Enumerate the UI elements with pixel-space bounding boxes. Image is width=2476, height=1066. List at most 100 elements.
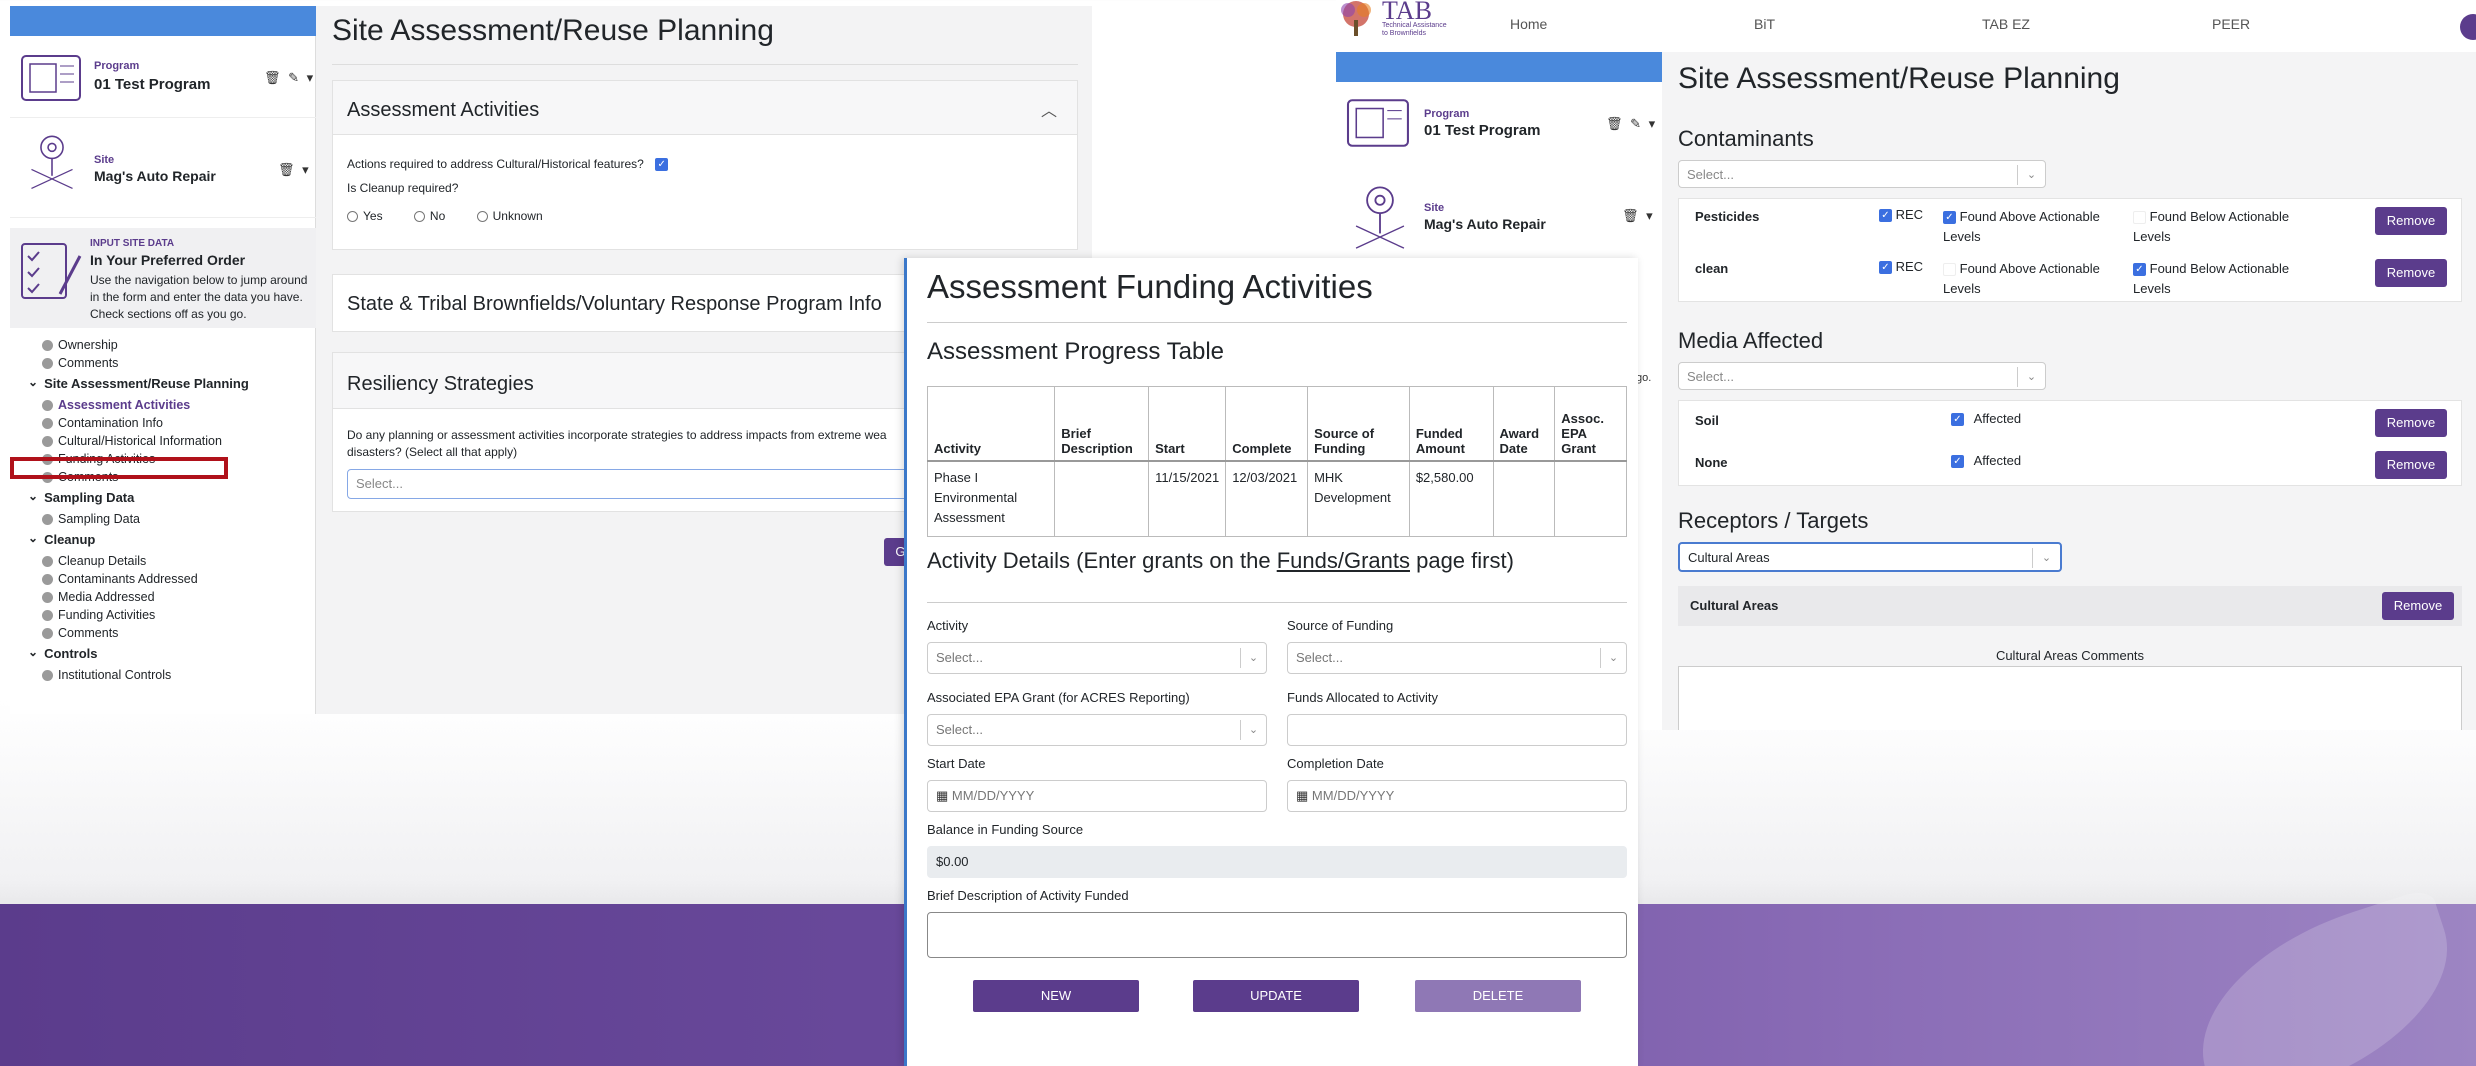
cell-description — [1054, 459, 1150, 537]
nav-section-cleanup[interactable]: Cleanup — [10, 528, 316, 552]
nav-section-site-assessment[interactable]: Site Assessment/Reuse Planning — [10, 372, 316, 396]
program-name: 01 Test Program — [94, 76, 211, 93]
nav-section-sampling[interactable]: Sampling Data — [10, 486, 316, 510]
program-actions[interactable]: 🗑 ✎ ▾ — [264, 70, 315, 86]
below-checkbox[interactable]: ✓ Found Below Actionable Levels — [2133, 259, 2313, 299]
col-brief-description: Brief Description — [1054, 386, 1150, 461]
nav-item-media-addressed[interactable]: Media Addressed — [10, 588, 316, 606]
state-tribal-title: State & Tribal Brownfields/Voluntary Res… — [347, 293, 882, 315]
nav-section-controls[interactable]: Controls — [10, 642, 316, 666]
remove-button[interactable]: Remove — [2375, 409, 2447, 437]
assessment-panel: Assessment Activities ︿ Actions required… — [332, 80, 1078, 250]
page-title: Site Assessment/Reuse Planning — [1678, 62, 2120, 95]
below-checkbox[interactable]: Found Below Actionable Levels — [2133, 207, 2313, 247]
remove-button[interactable]: Remove — [2375, 259, 2447, 287]
cell-activity: Phase I Environmental Assessment — [926, 459, 1056, 537]
remove-button[interactable]: Remove — [2375, 451, 2447, 479]
completion-date-input[interactable]: ▦ MM/DD/YYYY — [1287, 780, 1627, 812]
receptors-select[interactable]: Cultural Areas ⌄ — [1678, 542, 2062, 572]
chevron-up-icon[interactable]: ︿ — [1041, 97, 1057, 121]
program-name: 01 Test Program — [1424, 122, 1541, 139]
right-main: Site Assessment/Reuse Planning Contamina… — [1662, 52, 2476, 730]
table-row[interactable]: Phase I Environmental Assessment 11/15/2… — [926, 459, 1627, 537]
remove-button[interactable]: Remove — [2375, 207, 2447, 235]
nav-item-ownership[interactable]: Ownership — [10, 336, 316, 354]
delete-button[interactable]: DELETE — [1415, 980, 1581, 1012]
funding-activities-highlight — [10, 457, 228, 479]
nav-item-cleanup-details[interactable]: Cleanup Details — [10, 552, 316, 570]
radio-no[interactable] — [413, 211, 425, 223]
nav-item-cleanup-funding[interactable]: Funding Activities — [10, 606, 316, 624]
site-label: Site — [1424, 202, 1445, 214]
avatar[interactable] — [2460, 14, 2476, 40]
nav-tab-ez[interactable]: TAB EZ — [1982, 16, 2030, 32]
media-name: Soil — [1695, 413, 1719, 428]
question-cleanup: Is Cleanup required? — [347, 181, 459, 195]
nav-peer[interactable]: PEER — [2212, 16, 2250, 32]
program-label: Program — [94, 60, 140, 72]
checklist-icon — [21, 243, 82, 299]
above-checkbox[interactable]: Found Above Actionable Levels — [1943, 259, 2113, 299]
progress-table: Activity Brief Description Start Complet… — [926, 386, 1627, 537]
cultural-checkbox[interactable]: ✓ — [655, 158, 669, 172]
title-divider — [332, 64, 1078, 65]
rec-checkbox[interactable]: ✓ REC — [1879, 259, 1923, 275]
program-actions[interactable]: 🗑 ✎ ▾ — [1606, 116, 1657, 132]
radio-unknown[interactable] — [476, 211, 488, 223]
nav-item-comments[interactable]: Comments — [10, 354, 316, 372]
calendar-icon: ▦ — [1296, 788, 1309, 803]
nav-item-institutional-controls[interactable]: Institutional Controls — [10, 666, 316, 684]
activity-label: Activity — [927, 618, 969, 633]
sidebar-header-bar — [10, 6, 316, 36]
update-button[interactable]: UPDATE — [1193, 980, 1359, 1012]
logo-subtitle: Technical Assistance to Brownfields — [1382, 22, 1447, 37]
funding-activities-screenshot: Assessment Funding Activities Assessment… — [904, 258, 1638, 1066]
funds-label: Funds Allocated to Activity — [1287, 690, 1439, 705]
funding-title: Assessment Funding Activities — [927, 268, 1373, 305]
site-context: Site Mag's Auto Repair 🗑 ▾ — [10, 118, 316, 218]
nav-home[interactable]: Home — [1510, 16, 1547, 32]
rec-checkbox[interactable]: ✓ REC — [1879, 207, 1923, 223]
cell-source: MHK Development — [1307, 459, 1410, 537]
affected-checkbox[interactable]: ✓ Affected — [1951, 411, 2021, 427]
activity-select[interactable]: Select... ⌄ — [927, 642, 1267, 674]
cell-amount: $2,580.00 — [1408, 459, 1494, 537]
chevron-down-icon: ⌄ — [1240, 648, 1266, 668]
page-title: Site Assessment/Reuse Planning — [332, 14, 774, 47]
grant-select[interactable]: Select... ⌄ — [927, 714, 1267, 746]
table-header-row: Activity Brief Description Start Complet… — [926, 386, 1627, 461]
receptor-comments-textarea[interactable] — [1678, 666, 2462, 730]
cell-complete: 12/03/2021 — [1225, 459, 1309, 537]
input-desc: Use the navigation below to jump around … — [90, 273, 308, 321]
affected-checkbox[interactable]: ✓ Affected — [1951, 453, 2021, 469]
title-divider — [927, 322, 1627, 323]
nav-item-sampling-data[interactable]: Sampling Data — [10, 510, 316, 528]
contaminants-select[interactable]: Select... ⌄ — [1678, 160, 2046, 188]
resiliency-question: Do any planning or assessment activities… — [347, 428, 887, 459]
source-select[interactable]: Select... ⌄ — [1287, 642, 1627, 674]
remove-button[interactable]: Remove — [2382, 592, 2454, 620]
nav-item-cleanup-comments[interactable]: Comments — [10, 624, 316, 642]
nav-item-contaminants-addressed[interactable]: Contaminants Addressed — [10, 570, 316, 588]
nav-item-assessment-activities[interactable]: Assessment Activities — [10, 396, 316, 414]
program-context: Program 01 Test Program 🗑 ✎ ▾ — [10, 36, 316, 118]
nav-item-cultural-historical[interactable]: Cultural/Historical Information — [10, 432, 316, 450]
site-actions[interactable]: 🗑 ▾ — [1622, 208, 1655, 224]
nav-item-contamination-info[interactable]: Contamination Info — [10, 414, 316, 432]
balance-label: Balance in Funding Source — [927, 822, 1084, 837]
radio-yes[interactable] — [347, 211, 358, 223]
above-checkbox[interactable]: ✓ Found Above Actionable Levels — [1943, 207, 2113, 247]
media-select[interactable]: Select... ⌄ — [1678, 362, 2046, 390]
new-button[interactable]: NEW — [973, 980, 1139, 1012]
media-list: Soil ✓ Affected Remove None ✓ Affected R… — [1678, 400, 2462, 486]
start-date-input[interactable]: ▦ MM/DD/YYYY — [927, 780, 1267, 812]
brief-textarea[interactable] — [927, 912, 1627, 958]
map-pin-icon — [31, 135, 73, 189]
funds-grants-link[interactable]: Funds/Grants — [1277, 548, 1410, 573]
nav-bit[interactable]: BiT — [1754, 16, 1775, 32]
contaminants-list: Pesticides ✓ REC ✓ Found Above Actionabl… — [1678, 198, 2462, 302]
site-actions[interactable]: 🗑 ▾ — [278, 162, 311, 178]
funds-input[interactable] — [1287, 714, 1627, 746]
col-award-date: Award Date — [1492, 386, 1556, 461]
cell-start: 11/15/2021 — [1148, 459, 1227, 537]
